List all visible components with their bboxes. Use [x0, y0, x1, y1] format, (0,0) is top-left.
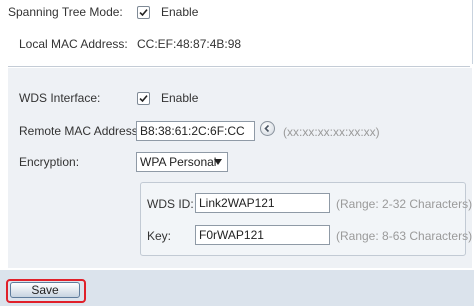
- key-input[interactable]: [195, 225, 330, 245]
- remote-mac-label: Remote MAC Address:: [19, 124, 142, 138]
- arrow-glyph: [264, 124, 270, 133]
- local-mac-label: Local MAC Address:: [19, 37, 128, 51]
- wds-id-label: WDS ID:: [147, 197, 194, 211]
- wds-interface-checkbox[interactable]: [137, 92, 150, 105]
- encryption-label: Encryption:: [19, 155, 80, 169]
- wds-id-input[interactable]: [195, 193, 330, 213]
- local-mac-value: CC:EF:48:87:4B:98: [137, 37, 242, 51]
- key-hint: (Range: 8-63 Characters): [336, 229, 473, 243]
- left-arrow-icon[interactable]: [260, 121, 275, 136]
- wds-id-hint: (Range: 2-32 Characters): [336, 197, 473, 211]
- wds-interface-label: WDS Interface:: [19, 91, 101, 105]
- key-label: Key:: [147, 229, 172, 243]
- chevron-down-icon: [214, 159, 222, 165]
- checkmark-icon: [139, 9, 148, 17]
- wds-interface-enable-label: Enable: [161, 91, 199, 105]
- encryption-select[interactable]: WPA Personal: [136, 152, 228, 172]
- spanning-tree-checkbox[interactable]: [137, 6, 150, 19]
- section-divider: [8, 66, 470, 67]
- save-button[interactable]: Save: [10, 282, 80, 298]
- remote-mac-hint: (xx:xx:xx:xx:xx:xx): [283, 125, 380, 139]
- checkmark-icon: [139, 95, 148, 103]
- remote-mac-input[interactable]: [136, 121, 255, 141]
- spanning-tree-enable-label: Enable: [161, 5, 199, 19]
- spanning-tree-label: Spanning Tree Mode:: [8, 5, 123, 19]
- encryption-selected-value: WPA Personal: [140, 155, 217, 169]
